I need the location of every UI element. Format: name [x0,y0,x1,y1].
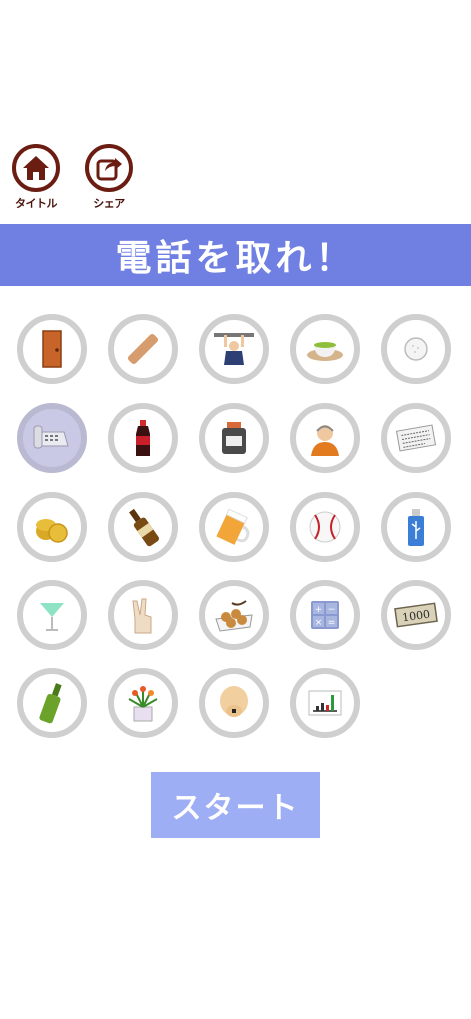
title-button-label: タイトル [15,197,58,210]
cocktail-icon [40,603,64,631]
item-coins[interactable] [17,492,87,562]
old-man-icon [311,425,339,456]
start-button-label: スタート [171,792,300,825]
beer-mug-icon [216,508,250,545]
svg-text:+: + [315,605,323,615]
item-flower-pot[interactable] [108,668,178,738]
coins-icon [36,519,68,543]
newspaper-icon [395,424,437,452]
item-bald-head[interactable] [199,668,269,738]
wine-bottle-icon [39,683,62,724]
usb-stick-icon [408,509,424,546]
jar-icon [222,422,246,454]
item-bar-chart[interactable] [290,668,360,738]
start-button[interactable]: スタート [151,772,320,838]
item-cocktail[interactable] [17,580,87,650]
item-door[interactable] [17,314,87,384]
item-tea-cup[interactable] [290,314,360,384]
page-title: 電話を取れ！ [115,238,356,279]
stick-icon [127,333,159,365]
share-button[interactable]: シェア [79,144,139,216]
svg-text:×: × [315,618,323,628]
banknote-icon: 1000 [394,602,438,628]
item-old-man[interactable] [290,403,360,473]
item-peace-hand[interactable] [108,580,178,650]
home-icon [12,144,60,192]
beer-bottle-icon [129,508,160,547]
item-wine-bottle[interactable] [17,668,87,738]
item-beer-mug[interactable] [199,492,269,562]
item-usb-stick[interactable] [381,492,451,562]
baseball-icon [309,511,341,543]
peace-hand-icon [132,598,152,634]
item-hanging-man[interactable] [199,314,269,384]
item-baseball[interactable] [290,492,360,562]
item-telephone[interactable] [17,403,87,473]
door-icon [42,330,62,368]
item-calculator[interactable]: + − × = [290,580,360,650]
title-button[interactable]: タイトル [6,144,66,216]
item-beer-bottle[interactable] [108,492,178,562]
takoyaki-icon [215,600,253,632]
title-banner: 電話を取れ！ [0,224,471,286]
telephone-icon [33,425,69,449]
item-banknote[interactable]: 1000 [381,580,451,650]
bald-head-icon [220,686,248,717]
calculator-icon: + − × = [311,601,339,629]
item-jar[interactable] [199,403,269,473]
item-soda-bottle[interactable] [108,403,178,473]
share-button-label: シェア [93,197,125,210]
item-newspaper[interactable] [381,403,451,473]
hanging-man-icon [214,333,254,365]
item-stick[interactable] [108,314,178,384]
golf-ball-icon [404,337,428,361]
soda-bottle-icon [136,420,150,456]
svg-text:=: = [328,618,336,628]
flower-pot-icon [128,686,158,722]
svg-text:−: − [328,605,336,615]
item-golf-ball[interactable] [381,314,451,384]
item-takoyaki[interactable] [199,580,269,650]
bar-chart-icon [308,690,342,716]
tea-cup-icon [307,342,343,361]
share-icon [85,144,133,192]
